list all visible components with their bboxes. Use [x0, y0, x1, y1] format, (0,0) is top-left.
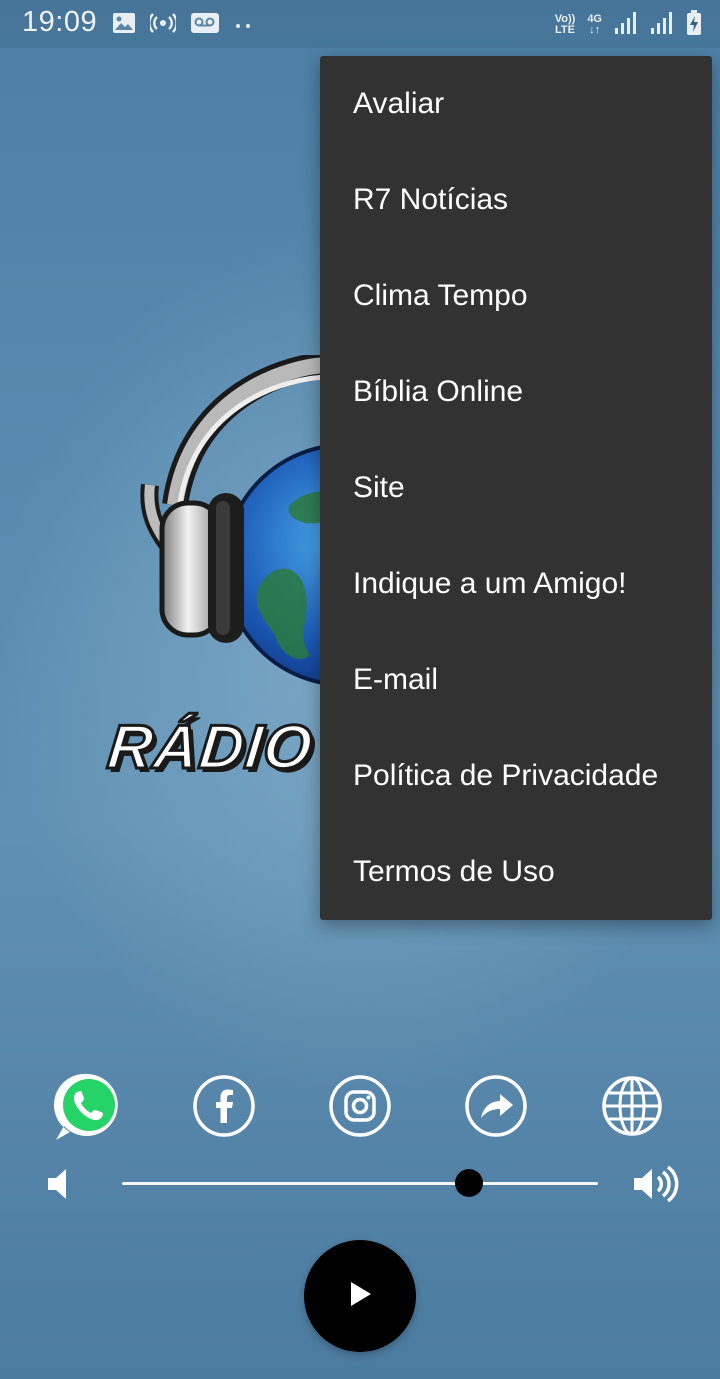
- lte-label: LTE: [555, 24, 575, 36]
- volume-slider-thumb[interactable]: [455, 1169, 484, 1197]
- play-icon: [345, 1279, 375, 1313]
- network-arrows-label: ↓↑: [589, 24, 601, 36]
- facebook-icon: [192, 1074, 256, 1142]
- volume-slider-track[interactable]: [122, 1182, 598, 1185]
- menu-item-indique-amigo[interactable]: Indique a um Amigo!: [320, 536, 712, 632]
- menu-item-termos-uso[interactable]: Termos de Uso: [320, 824, 712, 920]
- volte-icon: Vo)) LTE: [555, 14, 576, 36]
- social-row: [0, 1072, 720, 1144]
- overflow-menu: Avaliar R7 Notícias Clima Tempo Bíblia O…: [320, 56, 712, 920]
- signal-icon: [614, 11, 638, 39]
- share-icon: [464, 1074, 528, 1142]
- menu-item-email[interactable]: E-mail: [320, 632, 712, 728]
- network-type-icon: 4G ↓↑: [587, 14, 602, 36]
- hotspot-icon: [148, 12, 178, 38]
- website-button[interactable]: [596, 1072, 668, 1144]
- share-button[interactable]: [460, 1072, 532, 1144]
- status-time: 19:09: [22, 6, 98, 38]
- volume-high-icon[interactable]: [630, 1164, 680, 1204]
- instagram-icon: [328, 1074, 392, 1142]
- voicemail-icon: [190, 12, 220, 38]
- signal-icon: [650, 11, 674, 39]
- whatsapp-button[interactable]: [52, 1072, 124, 1144]
- menu-item-biblia-online[interactable]: Bíblia Online: [320, 344, 712, 440]
- dots-icon: [234, 16, 254, 35]
- menu-item-politica-privacidade[interactable]: Política de Privacidade: [320, 728, 712, 824]
- instagram-button[interactable]: [324, 1072, 396, 1144]
- play-button[interactable]: [304, 1240, 416, 1352]
- menu-item-site[interactable]: Site: [320, 440, 712, 536]
- globe-icon: [600, 1074, 664, 1142]
- menu-item-avaliar[interactable]: Avaliar: [320, 56, 712, 152]
- facebook-button[interactable]: [188, 1072, 260, 1144]
- whatsapp-icon: [52, 1070, 124, 1146]
- menu-item-clima-tempo[interactable]: Clima Tempo: [320, 248, 712, 344]
- menu-item-r7-noticias[interactable]: R7 Notícias: [320, 152, 712, 248]
- battery-charging-icon: [686, 10, 702, 40]
- image-icon: [112, 12, 136, 38]
- volume-low-icon[interactable]: [44, 1166, 74, 1202]
- status-bar: 19:09 Vo)) LTE 4G ↓↑: [0, 0, 720, 48]
